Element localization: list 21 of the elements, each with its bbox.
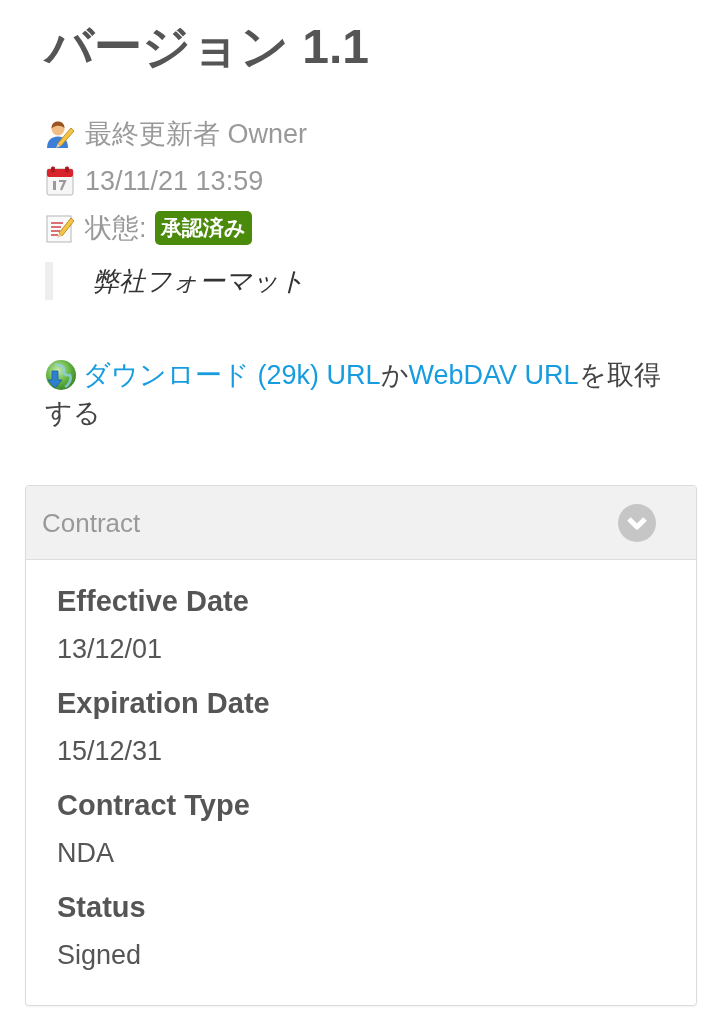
calendar-icon — [45, 165, 75, 196]
webdav-link[interactable]: WebDAV URL — [408, 360, 579, 390]
page-title: バージョン 1.1 — [45, 19, 370, 75]
status-label: 状態: — [85, 211, 147, 245]
updated-by-text: 最終更新者 Owner — [85, 117, 308, 151]
field-label: Status — [57, 890, 146, 925]
field-label: Contract Type — [57, 788, 250, 823]
field-label: Expiration Date — [57, 686, 270, 721]
note-pencil-icon — [45, 212, 75, 243]
chevron-down-icon[interactable] — [618, 503, 656, 542]
download-sentence: ダウンロード (29k) URLかWebDAV URLを取得する — [45, 358, 662, 430]
date-text: 13/11/21 13:59 — [85, 164, 264, 198]
field-value: 13/12/01 — [57, 633, 163, 666]
field-value: Signed — [57, 939, 142, 972]
field-value: 15/12/31 — [57, 735, 163, 768]
download-link[interactable]: ダウンロード (29k) URL — [83, 360, 381, 390]
panel-title: Contract — [42, 506, 141, 540]
quote-text: 弊社フォーマット — [93, 265, 306, 298]
field-value: NDA — [57, 837, 114, 870]
field-label: Effective Date — [57, 584, 249, 619]
status-badge: 承認済み — [154, 210, 252, 245]
